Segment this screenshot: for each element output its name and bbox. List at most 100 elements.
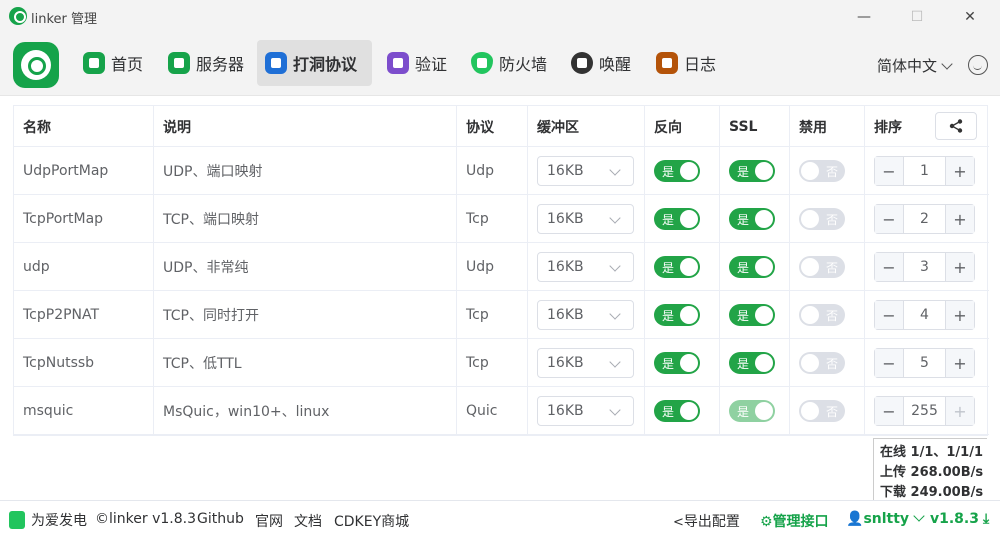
ssl-cell: 是 bbox=[720, 147, 790, 195]
language-select[interactable]: 简体中文 bbox=[877, 55, 953, 76]
nav-item-firewall[interactable]: 防火墙 bbox=[463, 40, 559, 86]
buffer-select[interactable]: 16KB bbox=[537, 396, 634, 426]
decrement-button[interactable]: − bbox=[875, 301, 904, 329]
buffer-cell: 16KB bbox=[528, 387, 645, 435]
decrement-button[interactable]: − bbox=[875, 253, 904, 281]
ssl-toggle[interactable]: 是 bbox=[729, 256, 775, 278]
disabled-cell: 否 bbox=[790, 291, 865, 339]
buffer-select[interactable]: 16KB bbox=[537, 252, 634, 282]
admin-api-button[interactable]: ⚙管理接口 bbox=[760, 511, 829, 531]
decrement-button[interactable]: − bbox=[875, 397, 904, 425]
buffer-value: 16KB bbox=[547, 403, 584, 419]
reverse-toggle[interactable]: 是 bbox=[654, 208, 700, 230]
toggle-label: 否 bbox=[825, 309, 838, 323]
decrement-button[interactable]: − bbox=[875, 157, 904, 185]
buffer-select[interactable]: 16KB bbox=[537, 300, 634, 330]
website-link[interactable]: 官网 bbox=[255, 511, 283, 531]
disable-toggle[interactable]: 否 bbox=[799, 304, 845, 326]
disable-toggle[interactable]: 否 bbox=[799, 256, 845, 278]
increment-button[interactable]: + bbox=[945, 253, 974, 281]
ssl-toggle[interactable]: 是 bbox=[729, 400, 775, 422]
order-cell: −3 + bbox=[865, 243, 989, 291]
order-value[interactable]: 255 bbox=[904, 397, 945, 425]
increment-button[interactable]: + bbox=[945, 157, 974, 185]
export-config-button[interactable]: <导出配置 bbox=[673, 511, 740, 531]
buffer-select[interactable]: 16KB bbox=[537, 348, 634, 378]
nav-item-tunnel-protocol[interactable]: 打洞协议 bbox=[257, 40, 372, 86]
theme-icon[interactable] bbox=[968, 55, 988, 75]
increment-button[interactable]: + bbox=[945, 301, 974, 329]
export-label: 导出配置 bbox=[683, 514, 740, 530]
reverse-toggle[interactable]: 是 bbox=[654, 352, 700, 374]
ssl-cell: 是 bbox=[720, 243, 790, 291]
order-value[interactable]: 4 bbox=[904, 301, 945, 329]
decrement-button[interactable]: − bbox=[875, 349, 904, 377]
order-stepper[interactable]: −2 + bbox=[874, 204, 975, 234]
buffer-select[interactable]: 16KB bbox=[537, 156, 634, 186]
disable-toggle[interactable]: 否 bbox=[799, 352, 845, 374]
ssl-toggle[interactable]: 是 bbox=[729, 304, 775, 326]
shop-link[interactable]: CDKEY商城 bbox=[334, 511, 409, 531]
disabled-cell: 否 bbox=[790, 195, 865, 243]
charge-link[interactable]: 为爱发电 bbox=[9, 510, 87, 530]
toggle-label: 是 bbox=[662, 165, 675, 179]
nav-item-wakeup[interactable]: 唤醒 bbox=[563, 40, 643, 86]
copyright-text: ©linker v1.8.3 bbox=[95, 511, 196, 527]
user-label: snltty bbox=[863, 511, 910, 527]
docs-link[interactable]: 文档 bbox=[294, 511, 322, 531]
reverse-cell: 是 bbox=[645, 387, 720, 435]
order-stepper[interactable]: −5 + bbox=[874, 348, 975, 378]
table-row: msquic MsQuic，win10+、linux Quic 16KB 是 是 否 −255… bbox=[14, 387, 989, 435]
github-link[interactable]: Github bbox=[197, 511, 244, 527]
reverse-toggle[interactable]: 是 bbox=[654, 304, 700, 326]
maximize-button[interactable]: ☐ bbox=[905, 6, 929, 28]
nav-item-auth[interactable]: 验证 bbox=[379, 40, 459, 86]
nav-item-label: 日志 bbox=[684, 55, 717, 74]
protocol-type: Tcp bbox=[457, 291, 528, 339]
toggle-knob bbox=[801, 210, 819, 228]
disable-toggle[interactable]: 否 bbox=[799, 160, 845, 182]
reverse-toggle[interactable]: 是 bbox=[654, 400, 700, 422]
toggle-label: 否 bbox=[825, 165, 838, 179]
column-header: 说明 bbox=[154, 106, 457, 147]
nav-item-logs[interactable]: 日志 bbox=[648, 40, 728, 86]
reverse-toggle[interactable]: 是 bbox=[654, 160, 700, 182]
increment-button[interactable]: + bbox=[945, 397, 974, 425]
toggle-knob bbox=[755, 162, 773, 180]
increment-button[interactable]: + bbox=[945, 205, 974, 233]
order-stepper[interactable]: −3 + bbox=[874, 252, 975, 282]
buffer-select[interactable]: 16KB bbox=[537, 204, 634, 234]
ssl-toggle[interactable]: 是 bbox=[729, 208, 775, 230]
nav-item-home[interactable]: 首页 bbox=[75, 40, 155, 86]
order-cell: −5 + bbox=[865, 339, 989, 387]
disable-toggle[interactable]: 否 bbox=[799, 208, 845, 230]
order-value[interactable]: 3 bbox=[904, 253, 945, 281]
user-menu[interactable]: 👤snltty bbox=[846, 510, 925, 527]
order-value[interactable]: 2 bbox=[904, 205, 945, 233]
order-stepper[interactable]: −255 + bbox=[874, 396, 975, 426]
toggle-label: 否 bbox=[825, 357, 838, 371]
reverse-cell: 是 bbox=[645, 339, 720, 387]
ssl-toggle[interactable]: 是 bbox=[729, 352, 775, 374]
order-value[interactable]: 1 bbox=[904, 157, 945, 185]
disable-toggle[interactable]: 否 bbox=[799, 400, 845, 422]
column-header: 名称 bbox=[14, 106, 154, 147]
increment-button[interactable]: + bbox=[945, 349, 974, 377]
nav-item-server[interactable]: 服务器 bbox=[160, 40, 256, 86]
minimize-button[interactable]: — bbox=[852, 6, 876, 28]
order-stepper[interactable]: −1 + bbox=[874, 156, 975, 186]
toggle-knob bbox=[680, 210, 698, 228]
buffer-cell: 16KB bbox=[528, 195, 645, 243]
version-update[interactable]: v1.8.3 ⤓ bbox=[930, 511, 989, 527]
decrement-button[interactable]: − bbox=[875, 205, 904, 233]
toggle-knob bbox=[801, 162, 819, 180]
share-button[interactable] bbox=[935, 112, 977, 140]
close-button[interactable]: ✕ bbox=[958, 6, 982, 28]
order-stepper[interactable]: −4 + bbox=[874, 300, 975, 330]
ssl-toggle[interactable]: 是 bbox=[729, 160, 775, 182]
reverse-toggle[interactable]: 是 bbox=[654, 256, 700, 278]
column-header: 协议 bbox=[457, 106, 528, 147]
protocol-desc: MsQuic，win10+、linux bbox=[154, 387, 457, 435]
order-value[interactable]: 5 bbox=[904, 349, 945, 377]
nav-item-label: 唤醒 bbox=[599, 55, 632, 74]
